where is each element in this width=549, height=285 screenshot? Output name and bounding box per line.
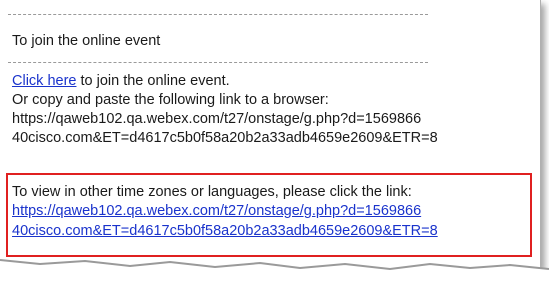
email-content-panel: To join the online event Click here to j… [0,0,541,268]
join-url-line-2[interactable]: 40cisco.com&ET=d4617c5b0f58a20b2a33adb46… [12,129,438,147]
timezone-link-line-1[interactable]: https://qaweb102.qa.webex.com/t27/onstag… [12,202,421,220]
timezone-link-line-2[interactable]: 40cisco.com&ET=d4617c5b0f58a20b2a33adb46… [12,222,438,240]
join-line: Click here to join the online event. [12,72,230,90]
copy-instruction: Or copy and paste the following link to … [12,92,329,108]
click-here-link[interactable]: Click here [12,73,76,89]
join-url-line-1[interactable]: https://qaweb102.qa.webex.com/t27/onstag… [12,110,421,128]
timezone-instruction: To view in other time zones or languages… [12,184,412,200]
join-line-text: to join the online event. [76,73,230,89]
section-heading: To join the online event [12,33,161,49]
dashed-divider-top [8,14,428,15]
torn-edge [0,259,549,285]
dashed-divider-middle [8,62,428,63]
